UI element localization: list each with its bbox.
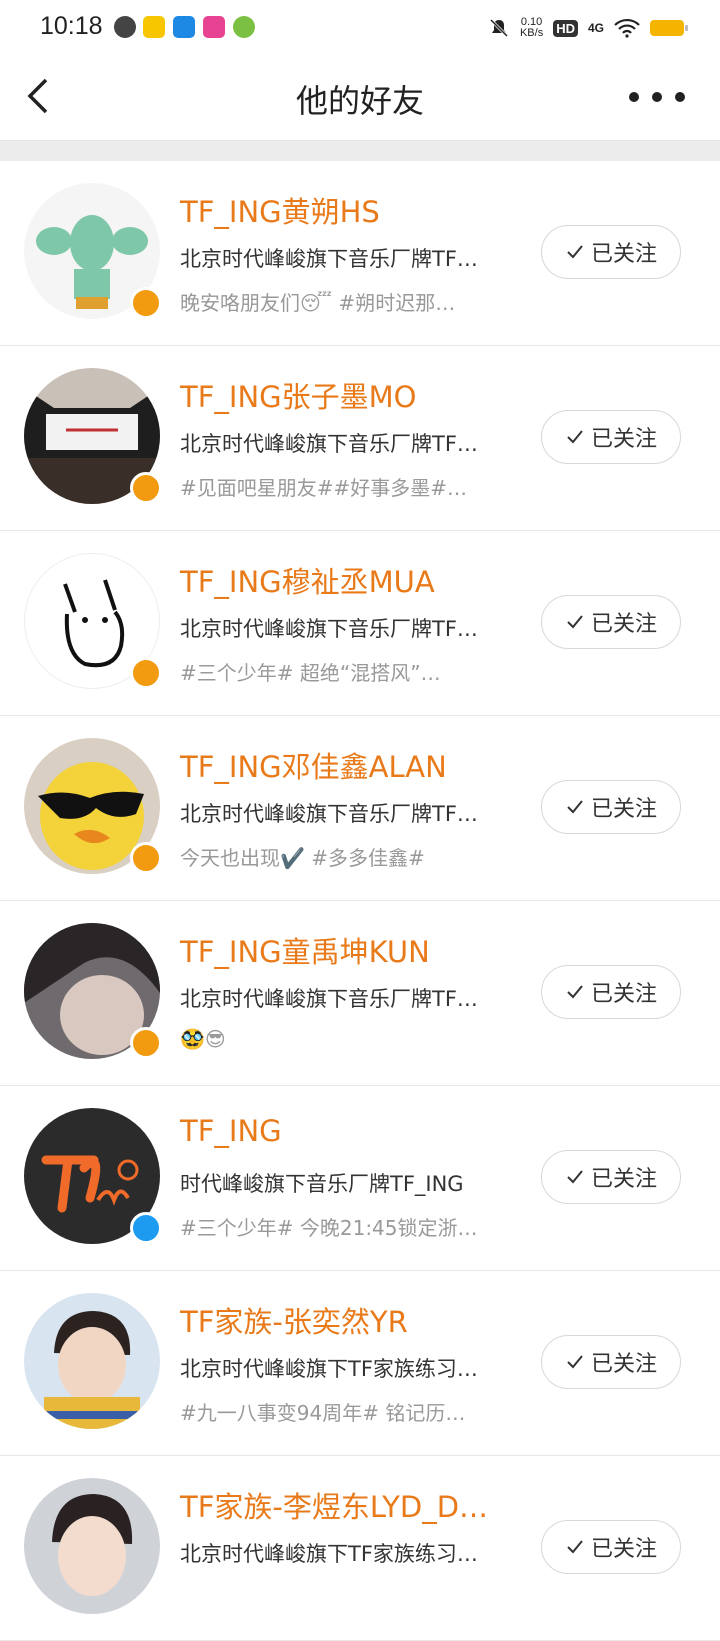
vpn-app-icon — [233, 16, 255, 38]
friend-name[interactable]: TF_ING张子墨MO — [180, 374, 416, 416]
followed-button[interactable]: 已关注 — [541, 1335, 681, 1389]
followed-button[interactable]: 已关注 — [541, 410, 681, 464]
friend-latest-post: 🥸😎 — [180, 1027, 226, 1051]
friend-description: 北京时代峰峻旗下音乐厂牌TF… — [180, 432, 478, 456]
status-time: 10:18 — [40, 12, 103, 40]
friends-list: TF_ING黄朔HS 北京时代峰峻旗下音乐厂牌TF… 晚安咯朋友们😴 #朔时迟那… — [0, 161, 720, 1641]
verified-badge-icon — [130, 287, 162, 319]
followed-label: 已关注 — [590, 1167, 657, 1192]
list-item[interactable]: TF_ING穆祉丞MUA 北京时代峰峻旗下音乐厂牌TF… #三个少年# 超绝“混… — [0, 531, 720, 716]
check-icon — [567, 430, 583, 444]
followed-label: 已关注 — [590, 242, 657, 267]
list-item[interactable]: TF_ING童禹坤KUN 北京时代峰峻旗下音乐厂牌TF… 🥸😎 已关注 — [0, 901, 720, 1086]
list-item[interactable]: TF家族-李煜东LYD_D… 北京时代峰峻旗下TF家族练习… 已关注 — [0, 1456, 720, 1641]
zhihu-app-icon — [173, 16, 195, 38]
verified-badge-icon — [130, 1027, 162, 1059]
verified-badge-icon — [130, 1212, 162, 1244]
check-icon — [567, 985, 583, 999]
followed-label: 已关注 — [590, 1537, 657, 1562]
followed-button[interactable]: 已关注 — [541, 595, 681, 649]
mute-bell-icon — [489, 18, 509, 38]
followed-button[interactable]: 已关注 — [541, 225, 681, 279]
friend-latest-post: #三个少年# 超绝“混搭风”… — [180, 661, 441, 685]
compass-icon — [114, 16, 136, 38]
followed-label: 已关注 — [590, 612, 657, 637]
friend-name[interactable]: TF家族-李煜东LYD_D… — [180, 1484, 488, 1526]
list-item[interactable]: TF_ING黄朔HS 北京时代峰峻旗下音乐厂牌TF… 晚安咯朋友们😴 #朔时迟那… — [0, 161, 720, 346]
check-icon — [567, 615, 583, 629]
wifi-icon — [614, 18, 640, 38]
followed-label: 已关注 — [590, 797, 657, 822]
friend-name[interactable]: TF_ING — [180, 1114, 282, 1148]
followed-label: 已关注 — [590, 1352, 657, 1377]
check-icon — [567, 1540, 583, 1554]
avatar[interactable] — [24, 1478, 160, 1614]
check-icon — [567, 245, 583, 259]
friend-description: 北京时代峰峻旗下TF家族练习… — [180, 1357, 478, 1381]
list-item[interactable]: TF_ING 时代峰峻旗下音乐厂牌TF_ING #三个少年# 今晚21:45锁定… — [0, 1086, 720, 1271]
friend-description: 北京时代峰峻旗下音乐厂牌TF… — [180, 247, 478, 271]
friend-name[interactable]: TF_ING黄朔HS — [180, 189, 380, 231]
verified-badge-icon — [130, 842, 162, 874]
followed-label: 已关注 — [590, 427, 657, 452]
friend-name[interactable]: TF_ING邓佳鑫ALAN — [180, 744, 447, 786]
hd-indicator: HD — [553, 19, 578, 37]
friend-name[interactable]: TF_ING童禹坤KUN — [180, 929, 430, 971]
more-button[interactable] — [624, 82, 690, 112]
verified-badge-icon — [130, 472, 162, 504]
status-bar: 10:18 0.10 KB/s HD 4G — [0, 0, 720, 56]
check-icon — [567, 1170, 583, 1184]
friend-description: 北京时代峰峻旗下TF家族练习… — [180, 1542, 478, 1566]
check-icon — [567, 1355, 583, 1369]
list-item[interactable]: TF_ING邓佳鑫ALAN 北京时代峰峻旗下音乐厂牌TF… 今天也出现✔️ #多… — [0, 716, 720, 901]
followed-label: 已关注 — [590, 982, 657, 1007]
friend-description: 北京时代峰峻旗下音乐厂牌TF… — [180, 987, 478, 1011]
followed-button[interactable]: 已关注 — [541, 965, 681, 1019]
friend-description: 北京时代峰峻旗下音乐厂牌TF… — [180, 802, 478, 826]
friend-latest-post: 今天也出现✔️ #多多佳鑫# — [180, 846, 425, 870]
section-divider — [0, 141, 720, 161]
friend-name[interactable]: TF家族-张奕然YR — [180, 1299, 408, 1341]
followed-button[interactable]: 已关注 — [541, 1520, 681, 1574]
friend-description: 时代峰峻旗下音乐厂牌TF_ING — [180, 1172, 464, 1196]
nav-header: 他的好友 — [0, 56, 720, 141]
network-speed: 0.10 KB/s — [519, 16, 544, 39]
more-dots-icon — [629, 92, 685, 102]
battery-icon — [650, 20, 688, 36]
list-item[interactable]: TF家族-张奕然YR 北京时代峰峻旗下TF家族练习… #九一八事变94周年# 铭… — [0, 1271, 720, 1456]
friend-latest-post: #九一八事变94周年# 铭记历… — [180, 1401, 466, 1425]
weibo-app-icon — [143, 16, 165, 38]
friend-name[interactable]: TF_ING穆祉丞MUA — [180, 559, 435, 601]
check-icon — [567, 800, 583, 814]
page-title: 他的好友 — [295, 82, 424, 120]
followed-button[interactable]: 已关注 — [541, 1150, 681, 1204]
verified-badge-icon — [130, 657, 162, 689]
signal-icon: 4G — [587, 21, 604, 35]
list-item[interactable]: TF_ING张子墨MO 北京时代峰峻旗下音乐厂牌TF… #见面吧星朋友##好事多… — [0, 346, 720, 531]
followed-button[interactable]: 已关注 — [541, 780, 681, 834]
friend-latest-post: #三个少年# 今晚21:45锁定浙… — [180, 1216, 478, 1240]
friend-description: 北京时代峰峻旗下音乐厂牌TF… — [180, 617, 478, 641]
avatar[interactable] — [24, 1293, 160, 1429]
friend-latest-post: 晚安咯朋友们😴 #朔时迟那… — [180, 291, 456, 315]
friend-latest-post: #见面吧星朋友##好事多墨#… — [180, 476, 468, 500]
music-app-icon — [203, 16, 225, 38]
